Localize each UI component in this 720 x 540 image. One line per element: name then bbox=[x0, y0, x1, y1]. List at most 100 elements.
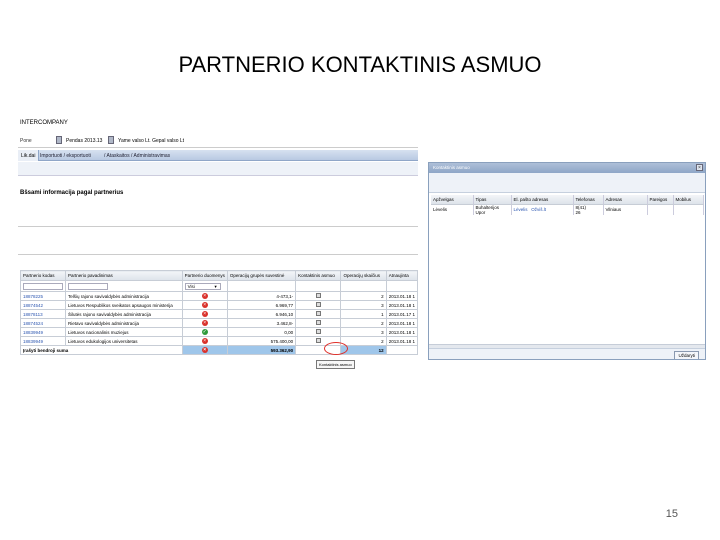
contact-address: Vilniaus bbox=[603, 204, 648, 215]
amount: 3.462,8- bbox=[226, 318, 297, 328]
column-header[interactable]: Atnaujinta bbox=[385, 270, 418, 281]
summary-amount: 593.362,90 bbox=[226, 345, 297, 355]
contact-icon[interactable] bbox=[315, 320, 321, 325]
contact-icon[interactable] bbox=[315, 302, 321, 307]
updated-date: 2013.01.18 1 bbox=[385, 300, 418, 310]
column-header[interactable]: Pareigos bbox=[647, 195, 674, 205]
section-heading: Bšsami informacija pagal partnerius bbox=[20, 190, 124, 196]
contact-name: Lėvelis bbox=[431, 204, 474, 215]
column-header[interactable]: Mobilus bbox=[673, 195, 704, 205]
count: 3 bbox=[340, 327, 387, 337]
app-screenshot: INTERCOMPANY Pone Pendas 2013.13 Yame va… bbox=[18, 114, 418, 376]
updated-date: 2013.01.18 1 bbox=[385, 318, 418, 328]
table-header-row: Apžvelgas Tipas El. pašto adresas Telefo… bbox=[431, 195, 704, 205]
slide-number: 15 bbox=[665, 508, 678, 520]
partner-code-link[interactable]: 18839949 bbox=[20, 327, 66, 337]
updated-date: 2013.01.18 1 bbox=[385, 327, 418, 337]
column-header[interactable]: Operacijų skaičius bbox=[340, 270, 387, 281]
count: 1 bbox=[340, 309, 387, 319]
contact-icon[interactable] bbox=[315, 311, 321, 316]
column-header[interactable]: Apžvelgas bbox=[431, 195, 474, 205]
column-header[interactable]: Adresas bbox=[603, 195, 648, 205]
partner-name: Telšių rajono savivaldybės administracij… bbox=[65, 291, 183, 301]
error-icon: × bbox=[201, 302, 208, 308]
updated-date: 2013.01.18 1 bbox=[385, 291, 418, 301]
contact-table: Apžvelgas Tipas El. pašto adresas Telefo… bbox=[431, 195, 704, 215]
menu-item-active[interactable]: Lik.dai bbox=[18, 150, 40, 161]
menu-item-reports[interactable]: / Ataskaitos / Administravimas bbox=[104, 153, 170, 159]
error-icon: × bbox=[201, 293, 208, 299]
count: 2 bbox=[340, 318, 387, 328]
close-icon[interactable]: × bbox=[696, 164, 703, 171]
updated-date: 2013.01.18 1 bbox=[385, 336, 418, 346]
check-icon: ✓ bbox=[201, 329, 208, 335]
highlight-circle bbox=[324, 342, 348, 355]
column-header[interactable]: Telefonas bbox=[573, 195, 604, 205]
document-icon bbox=[56, 136, 62, 144]
column-header[interactable]: Kontaktinis asmuo bbox=[295, 270, 342, 281]
partner-code-link[interactable]: 18874524 bbox=[20, 318, 66, 328]
top-toolbar: Pone Pendas 2013.13 Yame valso Lt. Gepal… bbox=[18, 132, 418, 148]
divider bbox=[18, 226, 418, 227]
count: 2 bbox=[340, 336, 387, 346]
partners-table: Partnerio kodas Partnerio pavadinimas Pa… bbox=[20, 270, 418, 355]
column-header[interactable]: El. pašto adresas bbox=[511, 195, 574, 205]
partner-code-link[interactable]: 18874542 bbox=[20, 300, 66, 310]
contact-email[interactable]: Lėvelis Ožviš.lt bbox=[511, 204, 574, 215]
partner-code-link[interactable]: 18878225 bbox=[20, 291, 66, 301]
error-icon: × bbox=[201, 311, 208, 317]
tooltip: Kontaktinis asmuo bbox=[316, 360, 355, 369]
table-header-row: Partnerio kodas Partnerio pavadinimas Pa… bbox=[20, 270, 418, 281]
popup-toolbar bbox=[429, 173, 705, 193]
amount: 4-473,1- bbox=[226, 291, 297, 301]
amount: 6.946,10 bbox=[226, 309, 297, 319]
count: 2 bbox=[340, 291, 387, 301]
table-row[interactable]: 18839949 Lietuvos edukologijos universit… bbox=[20, 336, 418, 346]
summary-row: Įrašyti bendroji suma × 593.362,90 12 bbox=[20, 345, 418, 355]
count: 3 bbox=[340, 300, 387, 310]
table-row[interactable]: 18878225 Telšių rajono savivaldybės admi… bbox=[20, 291, 418, 301]
sub-toolbar bbox=[18, 162, 418, 176]
popup-title: Kontaktinis asmuo bbox=[433, 165, 470, 170]
table-row[interactable]: 18874524 Rietavo savivaldybės administra… bbox=[20, 318, 418, 328]
updated-date: 2013.01.17 1 bbox=[385, 309, 418, 319]
partner-name: Rietavo savivaldybės administracija bbox=[65, 318, 183, 328]
partner-code-link[interactable]: 18878113 bbox=[20, 309, 66, 319]
column-header[interactable]: Tipas bbox=[473, 195, 512, 205]
partner-name: Lietuvos nacionalinis muziejus bbox=[65, 327, 183, 337]
popup-titlebar: Kontaktinis asmuo bbox=[429, 163, 705, 173]
contact-popup-window: Kontaktinis asmuo × Apžvelgas Tipas El. … bbox=[428, 162, 706, 360]
menu-bar: Lik.dai Importuoti / eksportuoti / Atask… bbox=[18, 150, 418, 161]
table-row[interactable]: 18878113 Šilutės rajono savivaldybės adm… bbox=[20, 309, 418, 319]
home-link[interactable]: Pone bbox=[20, 138, 32, 144]
column-header[interactable]: Partnerio pavadinimas bbox=[65, 270, 183, 281]
column-header[interactable]: Partnerio duomenys bbox=[181, 270, 228, 281]
menu-item-import[interactable]: Importuoti / eksportuoti bbox=[40, 153, 91, 159]
divider bbox=[18, 254, 418, 255]
partner-name: Šilutės rajono savivaldybės administraci… bbox=[65, 309, 183, 319]
document-icon bbox=[108, 136, 114, 144]
close-button[interactable]: Uždaryti bbox=[674, 351, 699, 359]
column-header[interactable]: Partnerio kodas bbox=[20, 270, 66, 281]
contact-icon[interactable] bbox=[315, 293, 321, 298]
error-icon: × bbox=[201, 338, 208, 344]
table-row[interactable]: 18839949 Lietuvos nacionalinis muziejus … bbox=[20, 327, 418, 337]
contact-type: Buhalterijos Upor bbox=[473, 204, 512, 215]
name-filter-input[interactable] bbox=[68, 282, 108, 290]
column-header[interactable]: Operacijų grupės suvestinė bbox=[226, 270, 297, 281]
filter-row: Visi ▼ bbox=[20, 280, 418, 292]
code-filter-input[interactable] bbox=[23, 282, 63, 290]
contact-icon[interactable] bbox=[315, 329, 321, 334]
partner-name: Lietuvos edukologijos universitetas bbox=[65, 336, 183, 346]
amount: 0,00 bbox=[226, 327, 297, 337]
amount: 575.400,00 bbox=[226, 336, 297, 346]
popup-footer: Uždaryti bbox=[429, 348, 705, 359]
summary-label: Įrašyti bendroji suma bbox=[20, 345, 183, 355]
contact-phone: 8(41) 26 bbox=[573, 204, 604, 215]
table-row[interactable]: 18874542 Lietuvos Respublikos sveikatos … bbox=[20, 300, 418, 310]
partner-code-link[interactable]: 18839949 bbox=[20, 336, 66, 346]
status-filter-select[interactable]: Visi ▼ bbox=[184, 282, 221, 290]
contact-icon[interactable] bbox=[315, 338, 321, 343]
period-label: Pendas 2013.13 bbox=[66, 138, 103, 144]
table-row[interactable]: Lėvelis Buhalterijos Upor Lėvelis Ožviš.l… bbox=[431, 204, 704, 215]
